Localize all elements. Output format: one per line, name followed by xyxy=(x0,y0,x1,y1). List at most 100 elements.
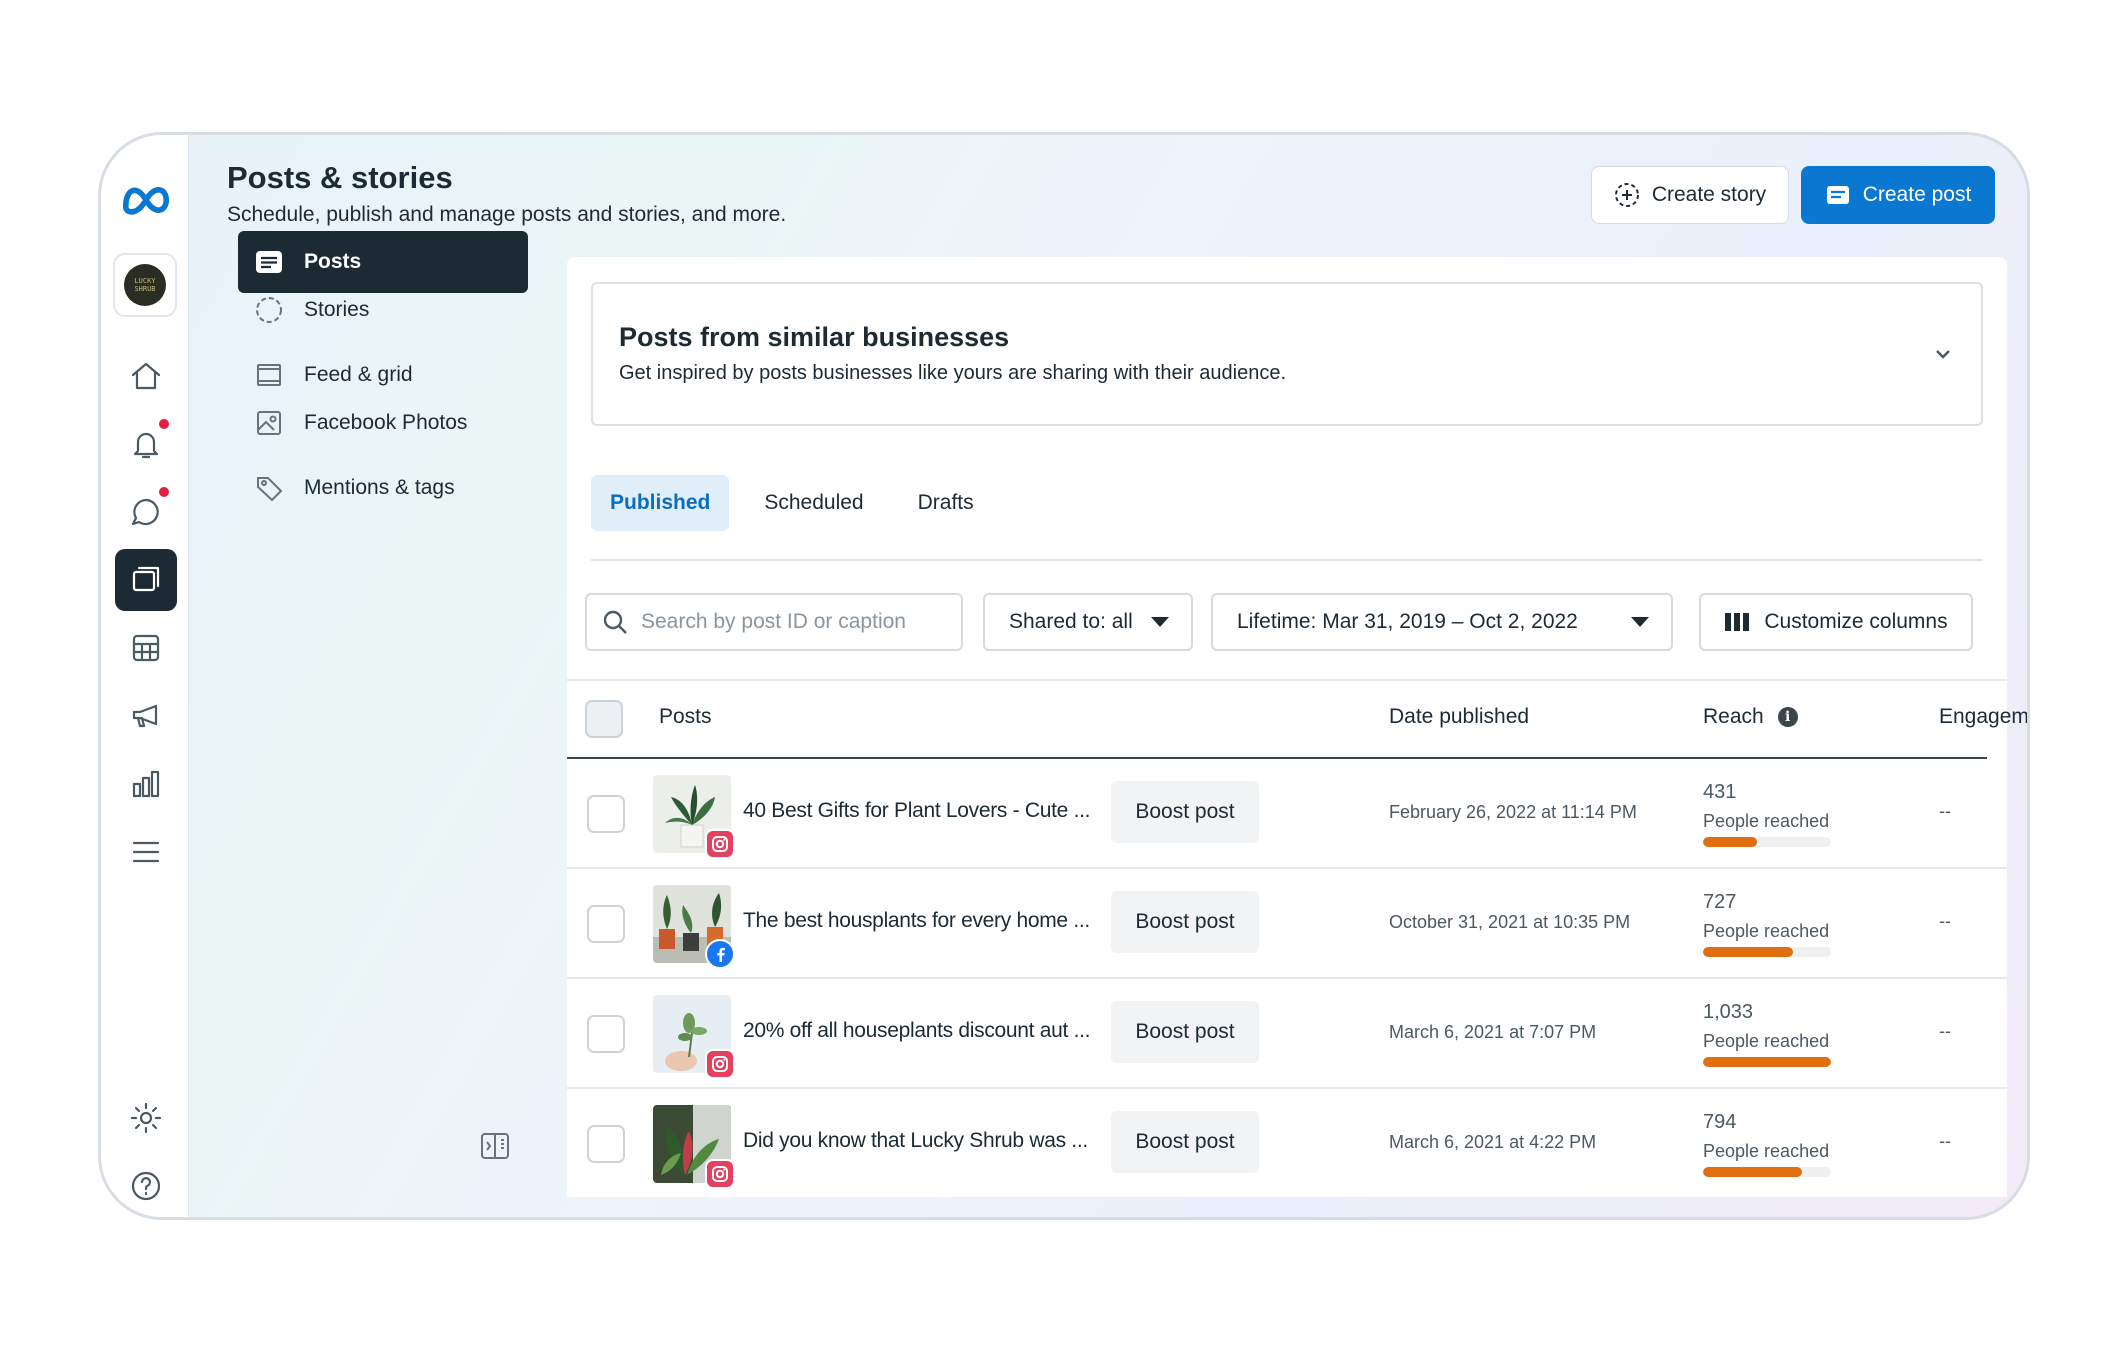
reach-value: 727 xyxy=(1703,891,1737,913)
menu-icon[interactable] xyxy=(115,821,177,883)
row-checkbox[interactable] xyxy=(587,1015,625,1053)
customize-columns-label: Customize columns xyxy=(1764,610,1948,633)
subnav-label: Stories xyxy=(304,298,370,321)
search-input[interactable]: Search by post ID or caption xyxy=(585,593,963,651)
shared-to-label: Shared to: all xyxy=(1009,610,1133,633)
caret-down-icon xyxy=(1151,617,1169,627)
page-title: Posts & stories xyxy=(227,160,453,195)
gear-icon[interactable] xyxy=(115,1087,177,1149)
reach-bar-fill xyxy=(1703,1167,1802,1177)
info-icon[interactable]: i xyxy=(1777,707,1798,728)
shared-to-dropdown[interactable]: Shared to: all xyxy=(983,593,1193,651)
column-reach-label: Reach xyxy=(1703,705,1764,728)
date-published: March 6, 2021 at 7:07 PM xyxy=(1389,1022,1597,1042)
tabs-divider xyxy=(591,559,1983,561)
date-published: February 26, 2022 at 11:14 PM xyxy=(1389,802,1637,822)
engagement-value: -- xyxy=(1939,911,1951,931)
create-post-button[interactable]: Create post xyxy=(1801,166,1995,224)
search-icon xyxy=(603,610,627,634)
subnav-label: Facebook Photos xyxy=(304,411,468,434)
bell-icon[interactable] xyxy=(115,413,177,475)
create-story-label: Create story xyxy=(1651,183,1767,206)
tab-drafts[interactable]: Drafts xyxy=(899,475,993,531)
meta-logo-icon[interactable] xyxy=(115,169,177,231)
boost-post-button[interactable]: Boost post xyxy=(1111,781,1259,843)
post-caption[interactable]: The best housplants for every home ... xyxy=(743,909,1090,933)
search-placeholder: Search by post ID or caption xyxy=(641,610,906,633)
subnav-item-mentions-tags[interactable]: Mentions & tags xyxy=(238,457,528,519)
megaphone-icon[interactable] xyxy=(115,685,177,747)
date-range-dropdown[interactable]: Lifetime: Mar 31, 2019 – Oct 2, 2022 xyxy=(1211,593,1673,651)
customize-columns-button[interactable]: Customize columns xyxy=(1699,593,1973,651)
engagement-value: -- xyxy=(1939,1131,1951,1151)
reach-bar xyxy=(1703,837,1831,847)
content-panel: Posts from similar businesses Get inspir… xyxy=(567,257,2027,1199)
app-frame: LUCKY SHRUB Posts & stories Schedule, pu… xyxy=(98,132,2030,1220)
engagement-value: -- xyxy=(1939,801,1951,821)
column-date-published[interactable]: Date published xyxy=(1389,705,1529,729)
table-icon[interactable] xyxy=(115,617,177,679)
table-row[interactable]: The best housplants for every home ... B… xyxy=(567,869,2007,979)
collapse-panel-icon[interactable] xyxy=(479,1130,511,1167)
post-caption[interactable]: Did you know that Lucky Shrub was ... xyxy=(743,1129,1088,1153)
photos-icon xyxy=(257,411,281,435)
row-checkbox[interactable] xyxy=(587,795,625,833)
avatar: LUCKY SHRUB xyxy=(124,264,166,306)
add-story-icon xyxy=(1614,183,1639,207)
table-header: Posts Date published Reachi Engagement xyxy=(567,681,2027,757)
table-row[interactable]: Did you know that Lucky Shrub was ... Bo… xyxy=(567,1089,2007,1199)
boost-post-button[interactable]: Boost post xyxy=(1111,891,1259,953)
column-reach[interactable]: Reach i xyxy=(1703,705,1798,729)
left-rail: LUCKY SHRUB xyxy=(101,135,189,1217)
posts-icon xyxy=(256,251,282,273)
instagram-icon xyxy=(705,829,735,859)
subnav-item-stories[interactable]: Stories xyxy=(238,279,528,341)
instagram-icon xyxy=(705,1159,735,1189)
reach-label: People reached xyxy=(1703,811,1830,831)
post-caption[interactable]: 40 Best Gifts for Plant Lovers - Cute ..… xyxy=(743,799,1090,823)
table-row[interactable]: 40 Best Gifts for Plant Lovers - Cute ..… xyxy=(567,759,2007,869)
create-story-button[interactable]: Create story xyxy=(1591,166,1789,224)
reach-bar-fill xyxy=(1703,837,1757,847)
tab-published[interactable]: Published xyxy=(591,475,730,531)
posts-icon[interactable] xyxy=(115,549,177,611)
post-caption[interactable]: 20% off all houseplants discount aut ... xyxy=(743,1019,1090,1043)
reach-value: 1,033 xyxy=(1703,1001,1754,1023)
columns-icon xyxy=(1725,613,1750,631)
subnav-item-facebook-photos[interactable]: Facebook Photos xyxy=(238,392,528,454)
chat-bubble-icon[interactable] xyxy=(115,481,177,543)
similar-businesses-card[interactable]: Posts from similar businesses Get inspir… xyxy=(591,282,1983,426)
date-published: March 6, 2021 at 4:22 PM xyxy=(1389,1132,1597,1152)
create-post-label: Create post xyxy=(1862,183,1972,206)
stories-icon xyxy=(256,297,282,323)
date-published: October 31, 2021 at 10:35 PM xyxy=(1389,912,1631,932)
column-posts[interactable]: Posts xyxy=(659,705,712,729)
home-icon[interactable] xyxy=(115,345,177,407)
bar-chart-icon[interactable] xyxy=(115,753,177,815)
account-avatar[interactable]: LUCKY SHRUB xyxy=(113,253,177,317)
instagram-icon xyxy=(705,1049,735,1079)
help-icon[interactable] xyxy=(115,1155,177,1217)
chevron-down-icon[interactable] xyxy=(1931,342,1955,371)
boost-post-button[interactable]: Boost post xyxy=(1111,1111,1259,1173)
facebook-icon xyxy=(705,939,735,969)
boost-post-button[interactable]: Boost post xyxy=(1111,1001,1259,1063)
subnav-label: Mentions & tags xyxy=(304,476,455,499)
row-checkbox[interactable] xyxy=(587,905,625,943)
reach-label: People reached xyxy=(1703,1031,1830,1051)
row-checkbox[interactable] xyxy=(587,1125,625,1163)
column-engagement[interactable]: Engagement xyxy=(1939,705,2027,729)
status-tabs: Published Scheduled Drafts xyxy=(591,475,1009,531)
similar-title: Posts from similar businesses xyxy=(619,322,1010,352)
notification-dot xyxy=(159,487,169,497)
post-icon xyxy=(1826,186,1849,204)
table-row[interactable]: 20% off all houseplants discount aut ...… xyxy=(567,979,2007,1089)
select-all-checkbox[interactable] xyxy=(585,700,623,738)
subnav-label: Posts xyxy=(304,250,362,273)
page-subtitle: Schedule, publish and manage posts and s… xyxy=(227,203,787,226)
reach-value: 794 xyxy=(1703,1111,1737,1133)
reach-label: People reached xyxy=(1703,921,1830,941)
date-range-label: Lifetime: Mar 31, 2019 – Oct 2, 2022 xyxy=(1237,610,1578,633)
reach-bar xyxy=(1703,1057,1831,1067)
tab-scheduled[interactable]: Scheduled xyxy=(745,475,882,531)
